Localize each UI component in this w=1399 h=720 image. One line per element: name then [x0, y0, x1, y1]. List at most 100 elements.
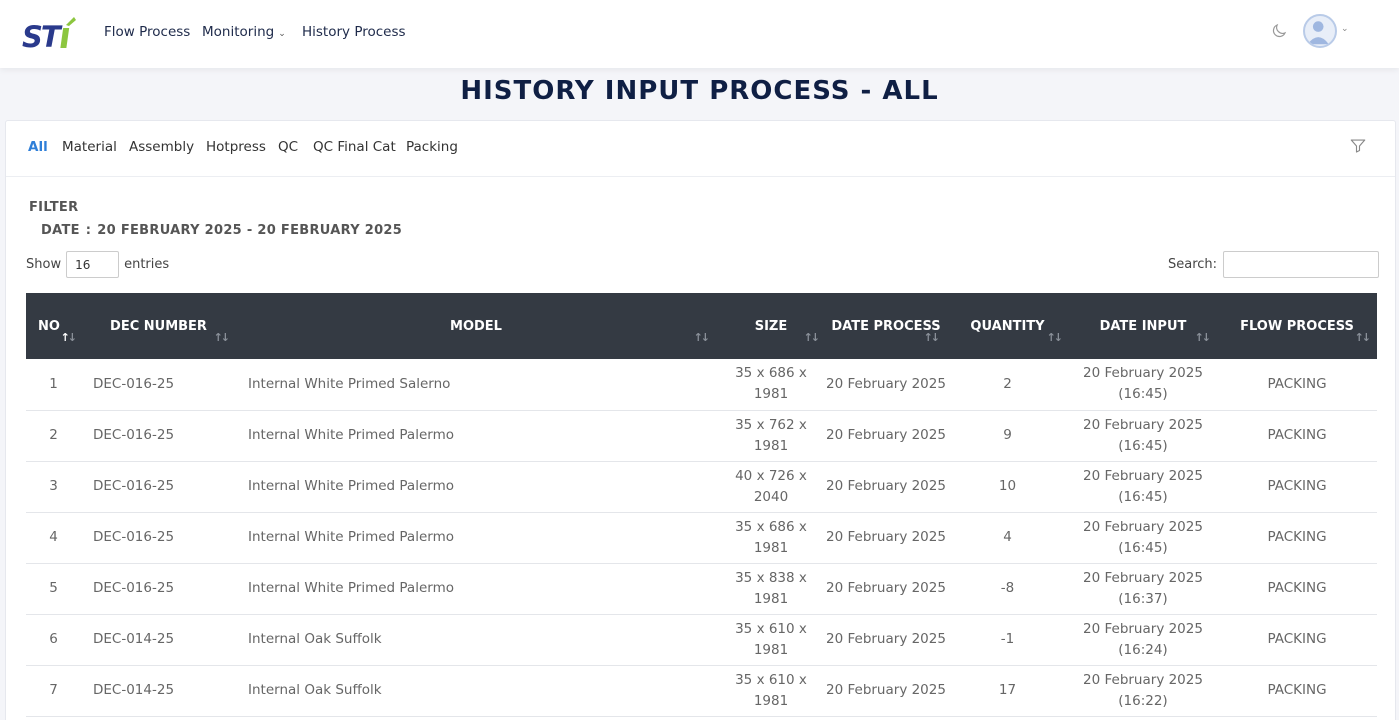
chevron-down-icon: ⌄ [278, 29, 286, 39]
sort-icon: ↑↓ [803, 331, 821, 344]
cell-no: 1 [49, 375, 58, 392]
entries-length-input[interactable] [66, 251, 120, 278]
sort-icon: ↑↓ [1354, 331, 1372, 344]
tab-hotpress[interactable]: Hotpress [206, 139, 266, 155]
table-row[interactable]: 6 DEC-014-25 Internal Oak Suffolk 35 x 6… [26, 614, 1377, 665]
cell-flow-process: PACKING [1267, 631, 1327, 647]
column-header-flow-process[interactable]: FLOW PROCESS ↑↓ [1217, 293, 1377, 359]
cell-date-process: 20 February 2025 [826, 375, 946, 392]
cell-quantity: 4 [1003, 529, 1012, 545]
cell-flow-process: PACKING [1267, 580, 1327, 596]
cell-model: Internal Oak Suffolk [248, 682, 382, 698]
cell-date-process: 20 February 2025 [826, 529, 946, 545]
cell-model: Internal White Primed Palermo [248, 427, 454, 443]
tab-material[interactable]: Material [62, 139, 117, 155]
cell-no: 6 [49, 631, 58, 647]
column-header-label: DEC NUMBER [110, 318, 207, 334]
search-input[interactable] [1223, 251, 1380, 278]
cell-date-input: 20 February 2025 (16:45) [1083, 518, 1203, 556]
cell-quantity: -8 [1000, 580, 1015, 596]
history-table: NO ↑↓ DEC NUMBER ↑↓ MODEL ↑↓ SIZE ↑↓ DATE PR… [26, 293, 1377, 717]
sort-icon: ↑↓ [693, 331, 711, 344]
page-title: HISTORY INPUT PROCESS - ALL [460, 76, 939, 106]
column-header-label: MODEL [450, 318, 502, 334]
cell-date-process: 20 February 2025 [826, 580, 946, 596]
column-header-model[interactable]: MODEL ↑↓ [236, 293, 716, 359]
cell-size: 35 x 838 x 1981 [735, 569, 807, 607]
cell-size: 35 x 686 x 1981 [735, 518, 807, 556]
sort-icon: ↑↓ [213, 331, 231, 344]
svg-text:ST: ST [22, 20, 63, 51]
table-row[interactable]: 5 DEC-016-25 Internal White Primed Paler… [26, 563, 1377, 614]
cell-size: 35 x 610 x 1981 [735, 671, 807, 709]
search-label: Search: [1168, 257, 1218, 272]
sort-asc-icon: ↑↓ [60, 331, 78, 344]
cell-flow-process: PACKING [1267, 375, 1327, 392]
cell-size: 40 x 726 x 2040 [735, 467, 807, 505]
column-header-no[interactable]: NO ↑↓ [26, 293, 81, 359]
cell-date-process: 20 February 2025 [826, 682, 946, 698]
tab-assembly[interactable]: Assembly [129, 139, 194, 155]
cell-quantity: 2 [1003, 375, 1012, 392]
cell-flow-process: PACKING [1267, 529, 1327, 545]
filter-date: DATE:20 FEBRUARY 2025 - 20 FEBRUARY 2025 [41, 223, 402, 238]
cell-quantity: -1 [1000, 631, 1015, 647]
cell-model: Internal White Primed Palermo [248, 529, 454, 545]
cell-quantity: 17 [998, 682, 1017, 698]
cell-model: Internal White Primed Palermo [248, 478, 454, 494]
cell-quantity: 9 [1003, 427, 1012, 443]
show-entries: Show entries [26, 251, 169, 278]
cell-dec-number: DEC-016-25 [93, 529, 175, 545]
tab-qc[interactable]: QC [278, 139, 298, 155]
table-body: 1 DEC-016-25 Internal White Primed Saler… [26, 359, 1377, 716]
cell-dec-number: DEC-016-25 [93, 375, 175, 392]
column-header-quantity[interactable]: QUANTITY ↑↓ [946, 293, 1069, 359]
column-header-size[interactable]: SIZE ↑↓ [716, 293, 826, 359]
user-avatar-icon[interactable] [1303, 14, 1337, 48]
tab-all[interactable]: All [28, 139, 48, 155]
nav-link-flow-process[interactable]: Flow Process [104, 24, 190, 40]
table-row[interactable]: 4 DEC-016-25 Internal White Primed Paler… [26, 512, 1377, 563]
cell-model: Internal White Primed Salerno [248, 375, 451, 392]
table-row[interactable]: 7 DEC-014-25 Internal Oak Suffolk 35 x 6… [26, 665, 1377, 716]
cell-flow-process: PACKING [1267, 478, 1327, 494]
moon-icon[interactable] [1270, 22, 1288, 40]
cell-date-process: 20 February 2025 [826, 631, 946, 647]
column-header-dec-number[interactable]: DEC NUMBER ↑↓ [81, 293, 236, 359]
cell-flow-process: PACKING [1267, 682, 1327, 698]
chevron-down-icon[interactable]: ⌄ [1341, 24, 1349, 34]
cell-no: 4 [49, 529, 58, 545]
column-header-label: QUANTITY [970, 318, 1045, 334]
cell-no: 5 [49, 580, 58, 596]
cell-size: 35 x 686 x 1981 [735, 365, 807, 403]
cell-dec-number: DEC-016-25 [93, 427, 175, 443]
nav-link-monitoring[interactable]: Monitoring ⌄ [202, 24, 286, 40]
filter-date-separator: : [85, 223, 92, 238]
cell-date-input: 20 February 2025 (16:45) [1083, 416, 1203, 454]
cell-dec-number: DEC-014-25 [93, 631, 175, 647]
tab-packing[interactable]: Packing [406, 139, 458, 155]
cell-date-input: 20 February 2025 (16:45) [1083, 365, 1203, 403]
nav-link-history-process[interactable]: History Process [302, 24, 406, 40]
sort-icon: ↑↓ [1194, 331, 1212, 344]
column-header-label: DATE INPUT [1099, 318, 1187, 334]
filter-icon[interactable] [1349, 137, 1367, 155]
table-row[interactable]: 3 DEC-016-25 Internal White Primed Paler… [26, 461, 1377, 512]
top-navbar: ST Flow Process Monitoring ⌄ History Proc… [0, 0, 1399, 68]
table-row[interactable]: 1 DEC-016-25 Internal White Primed Saler… [26, 359, 1377, 410]
cell-model: Internal White Primed Palermo [248, 580, 454, 596]
cell-date-input: 20 February 2025 (16:24) [1083, 620, 1203, 658]
tab-qc-final-cat[interactable]: QC Final Cat [313, 139, 396, 155]
cell-size: 35 x 762 x 1981 [735, 416, 807, 454]
column-header-label: NO [38, 318, 60, 334]
table-row[interactable]: 2 DEC-016-25 Internal White Primed Paler… [26, 410, 1377, 461]
sti-logo[interactable]: ST [22, 15, 78, 51]
cell-date-process: 20 February 2025 [826, 478, 946, 494]
column-header-date-input[interactable]: DATE INPUT ↑↓ [1069, 293, 1217, 359]
column-header-date-process[interactable]: DATE PROCESS ↑↓ [826, 293, 946, 359]
cell-no: 2 [49, 427, 58, 443]
cell-size: 35 x 610 x 1981 [735, 620, 807, 658]
cell-dec-number: DEC-016-25 [93, 478, 175, 494]
nav-link-label: History Process [302, 24, 406, 40]
cell-dec-number: DEC-014-25 [93, 682, 175, 698]
